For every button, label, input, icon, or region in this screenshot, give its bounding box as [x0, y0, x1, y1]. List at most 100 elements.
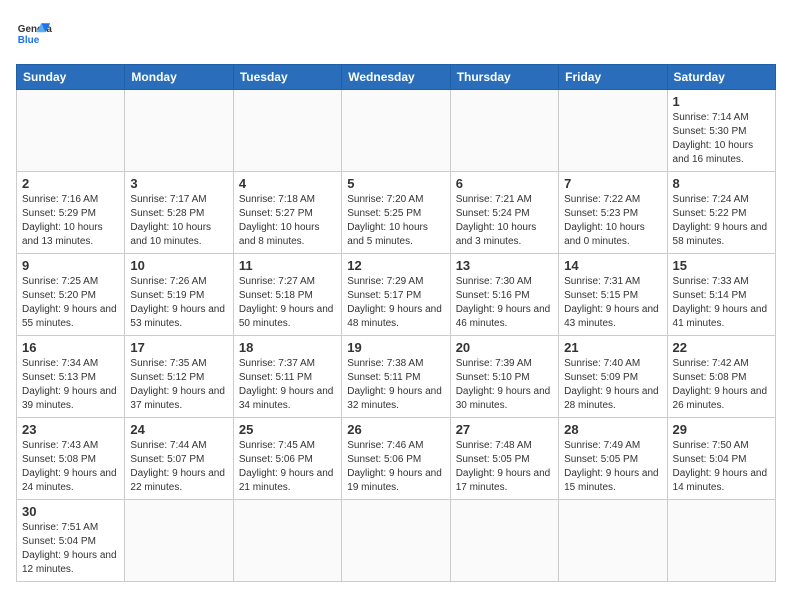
calendar-week-5: 23 Sunrise: 7:43 AM Sunset: 5:08 PM Dayli…	[17, 418, 776, 500]
day-info: Sunrise: 7:35 AM Sunset: 5:12 PM Dayligh…	[130, 357, 227, 413]
day-number: 2	[22, 176, 119, 191]
calendar-cell: 19 Sunrise: 7:38 AM Sunset: 5:11 PM Dayli…	[342, 336, 450, 418]
calendar-cell	[667, 500, 775, 582]
calendar-cell: 30Sunrise: 7:51 AM Sunset: 5:04 PM Dayli…	[17, 500, 125, 582]
calendar-cell: 11 Sunrise: 7:27 AM Sunset: 5:18 PM Dayli…	[233, 254, 341, 336]
calendar-cell: 18Sunrise: 7:37 AM Sunset: 5:11 PM Dayli…	[233, 336, 341, 418]
calendar-week-3: 9Sunrise: 7:25 AM Sunset: 5:20 PM Daylig…	[17, 254, 776, 336]
day-number: 9	[22, 258, 119, 273]
day-info: Sunrise: 7:31 AM Sunset: 5:15 PM Dayligh…	[564, 275, 661, 331]
day-info: Sunrise: 7:42 AM Sunset: 5:08 PM Dayligh…	[673, 357, 770, 413]
calendar-cell: 25Sunrise: 7:45 AM Sunset: 5:06 PM Dayli…	[233, 418, 341, 500]
day-number: 16	[22, 340, 119, 355]
calendar-cell: 22 Sunrise: 7:42 AM Sunset: 5:08 PM Dayli…	[667, 336, 775, 418]
day-number: 5	[347, 176, 444, 191]
calendar-cell: 23 Sunrise: 7:43 AM Sunset: 5:08 PM Dayli…	[17, 418, 125, 500]
day-info: Sunrise: 7:49 AM Sunset: 5:05 PM Dayligh…	[564, 439, 661, 495]
day-info: Sunrise: 7:37 AM Sunset: 5:11 PM Dayligh…	[239, 357, 336, 413]
calendar-cell: 16 Sunrise: 7:34 AM Sunset: 5:13 PM Dayli…	[17, 336, 125, 418]
day-number: 28	[564, 422, 661, 437]
calendar-cell	[342, 90, 450, 172]
weekday-header-sunday: Sunday	[17, 65, 125, 90]
calendar-cell: 26Sunrise: 7:46 AM Sunset: 5:06 PM Dayli…	[342, 418, 450, 500]
weekday-header-friday: Friday	[559, 65, 667, 90]
day-number: 29	[673, 422, 770, 437]
calendar-week-2: 2 Sunrise: 7:16 AM Sunset: 5:29 PM Daylig…	[17, 172, 776, 254]
day-number: 21	[564, 340, 661, 355]
day-info: Sunrise: 7:27 AM Sunset: 5:18 PM Dayligh…	[239, 275, 336, 331]
calendar-week-6: 30Sunrise: 7:51 AM Sunset: 5:04 PM Dayli…	[17, 500, 776, 582]
day-number: 25	[239, 422, 336, 437]
day-info: Sunrise: 7:33 AM Sunset: 5:14 PM Dayligh…	[673, 275, 770, 331]
calendar-cell: 27Sunrise: 7:48 AM Sunset: 5:05 PM Dayli…	[450, 418, 558, 500]
weekday-header-tuesday: Tuesday	[233, 65, 341, 90]
day-info: Sunrise: 7:21 AM Sunset: 5:24 PM Dayligh…	[456, 193, 553, 249]
logo: General Blue	[16, 16, 52, 52]
day-info: Sunrise: 7:17 AM Sunset: 5:28 PM Dayligh…	[130, 193, 227, 249]
weekday-header-wednesday: Wednesday	[342, 65, 450, 90]
day-info: Sunrise: 7:22 AM Sunset: 5:23 PM Dayligh…	[564, 193, 661, 249]
calendar-cell	[342, 500, 450, 582]
day-number: 10	[130, 258, 227, 273]
day-number: 22	[673, 340, 770, 355]
day-number: 11	[239, 258, 336, 273]
day-info: Sunrise: 7:30 AM Sunset: 5:16 PM Dayligh…	[456, 275, 553, 331]
day-info: Sunrise: 7:39 AM Sunset: 5:10 PM Dayligh…	[456, 357, 553, 413]
calendar-cell	[450, 500, 558, 582]
day-info: Sunrise: 7:26 AM Sunset: 5:19 PM Dayligh…	[130, 275, 227, 331]
day-number: 17	[130, 340, 227, 355]
calendar-week-1: 1Sunrise: 7:14 AM Sunset: 5:30 PM Daylig…	[17, 90, 776, 172]
day-number: 7	[564, 176, 661, 191]
weekday-header-thursday: Thursday	[450, 65, 558, 90]
calendar-cell: 12 Sunrise: 7:29 AM Sunset: 5:17 PM Dayli…	[342, 254, 450, 336]
calendar-cell	[233, 500, 341, 582]
day-info: Sunrise: 7:29 AM Sunset: 5:17 PM Dayligh…	[347, 275, 444, 331]
page-header: General Blue	[16, 16, 776, 52]
calendar-cell: 29 Sunrise: 7:50 AM Sunset: 5:04 PM Dayli…	[667, 418, 775, 500]
calendar-cell: 7 Sunrise: 7:22 AM Sunset: 5:23 PM Daylig…	[559, 172, 667, 254]
weekday-header-monday: Monday	[125, 65, 233, 90]
day-number: 3	[130, 176, 227, 191]
day-number: 8	[673, 176, 770, 191]
day-info: Sunrise: 7:48 AM Sunset: 5:05 PM Dayligh…	[456, 439, 553, 495]
day-info: Sunrise: 7:16 AM Sunset: 5:29 PM Dayligh…	[22, 193, 119, 249]
svg-text:Blue: Blue	[18, 35, 40, 46]
day-number: 23	[22, 422, 119, 437]
calendar-cell: 20 Sunrise: 7:39 AM Sunset: 5:10 PM Dayli…	[450, 336, 558, 418]
day-info: Sunrise: 7:24 AM Sunset: 5:22 PM Dayligh…	[673, 193, 770, 249]
day-info: Sunrise: 7:44 AM Sunset: 5:07 PM Dayligh…	[130, 439, 227, 495]
calendar-cell: 8 Sunrise: 7:24 AM Sunset: 5:22 PM Daylig…	[667, 172, 775, 254]
day-info: Sunrise: 7:46 AM Sunset: 5:06 PM Dayligh…	[347, 439, 444, 495]
calendar-cell	[559, 500, 667, 582]
day-info: Sunrise: 7:40 AM Sunset: 5:09 PM Dayligh…	[564, 357, 661, 413]
calendar-cell: 1Sunrise: 7:14 AM Sunset: 5:30 PM Daylig…	[667, 90, 775, 172]
day-number: 19	[347, 340, 444, 355]
day-number: 15	[673, 258, 770, 273]
calendar-cell: 15 Sunrise: 7:33 AM Sunset: 5:14 PM Dayli…	[667, 254, 775, 336]
calendar-cell: 13 Sunrise: 7:30 AM Sunset: 5:16 PM Dayli…	[450, 254, 558, 336]
day-number: 20	[456, 340, 553, 355]
calendar-week-4: 16 Sunrise: 7:34 AM Sunset: 5:13 PM Dayli…	[17, 336, 776, 418]
calendar-table: SundayMondayTuesdayWednesdayThursdayFrid…	[16, 64, 776, 582]
day-info: Sunrise: 7:18 AM Sunset: 5:27 PM Dayligh…	[239, 193, 336, 249]
calendar-cell	[125, 500, 233, 582]
calendar-cell: 3 Sunrise: 7:17 AM Sunset: 5:28 PM Daylig…	[125, 172, 233, 254]
calendar-cell	[559, 90, 667, 172]
day-number: 4	[239, 176, 336, 191]
weekday-header-saturday: Saturday	[667, 65, 775, 90]
day-number: 12	[347, 258, 444, 273]
day-info: Sunrise: 7:51 AM Sunset: 5:04 PM Dayligh…	[22, 521, 119, 577]
day-number: 14	[564, 258, 661, 273]
day-info: Sunrise: 7:38 AM Sunset: 5:11 PM Dayligh…	[347, 357, 444, 413]
day-info: Sunrise: 7:43 AM Sunset: 5:08 PM Dayligh…	[22, 439, 119, 495]
day-info: Sunrise: 7:34 AM Sunset: 5:13 PM Dayligh…	[22, 357, 119, 413]
day-number: 13	[456, 258, 553, 273]
calendar-cell	[233, 90, 341, 172]
calendar-cell: 14 Sunrise: 7:31 AM Sunset: 5:15 PM Dayli…	[559, 254, 667, 336]
day-info: Sunrise: 7:20 AM Sunset: 5:25 PM Dayligh…	[347, 193, 444, 249]
day-info: Sunrise: 7:14 AM Sunset: 5:30 PM Dayligh…	[673, 111, 770, 167]
calendar-cell	[450, 90, 558, 172]
day-number: 24	[130, 422, 227, 437]
calendar-cell	[17, 90, 125, 172]
day-info: Sunrise: 7:50 AM Sunset: 5:04 PM Dayligh…	[673, 439, 770, 495]
